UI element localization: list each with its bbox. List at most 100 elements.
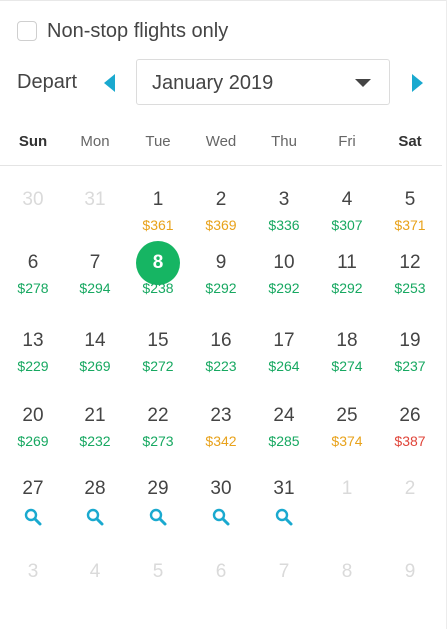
nonstop-filter[interactable]: Non-stop flights only xyxy=(17,19,228,43)
day-number: 30 xyxy=(210,478,232,499)
calendar-day[interactable]: 14 $269 xyxy=(65,319,125,375)
day-price: $292 xyxy=(331,280,363,296)
day-number: 19 xyxy=(399,330,421,351)
day-price: $278 xyxy=(17,280,49,296)
day-number: 6 xyxy=(27,252,39,273)
weekday-wed: Wed xyxy=(205,133,237,150)
calendar-day[interactable]: 26 $387 xyxy=(380,394,440,450)
day-number: 25 xyxy=(336,405,358,426)
calendar-day[interactable]: 30 xyxy=(191,467,251,526)
day-number: 9 xyxy=(404,561,416,582)
calendar-day-selected[interactable]: 8 $238 xyxy=(128,241,188,297)
day-number: 31 xyxy=(84,189,106,210)
day-number: 15 xyxy=(147,330,169,351)
weekday-mon: Mon xyxy=(80,133,110,150)
calendar-day[interactable]: 4 $307 xyxy=(317,178,377,234)
calendar-day[interactable]: 13 $229 xyxy=(3,319,63,375)
calendar-day: 4 xyxy=(65,550,125,606)
day-number: 10 xyxy=(273,252,295,273)
day-number: 1 xyxy=(152,189,164,210)
day-price: $369 xyxy=(205,217,237,233)
day-number: 16 xyxy=(210,330,232,351)
day-number: 23 xyxy=(210,405,232,426)
search-icon[interactable] xyxy=(85,507,105,527)
calendar-day[interactable]: 31 xyxy=(254,467,314,526)
calendar-day[interactable]: 18 $274 xyxy=(317,319,377,375)
day-number: 2 xyxy=(404,478,416,499)
search-icon[interactable] xyxy=(23,507,43,527)
search-icon[interactable] xyxy=(274,507,294,527)
depart-label: Depart xyxy=(17,71,78,93)
weekday-divider xyxy=(0,165,442,166)
calendar-day[interactable]: 10 $292 xyxy=(254,241,314,297)
calendar-day[interactable]: 2 $369 xyxy=(191,178,251,234)
day-number: 8 xyxy=(341,561,353,582)
day-number: 17 xyxy=(273,330,295,351)
day-number: 8 xyxy=(136,241,180,285)
prev-month-arrow-icon[interactable] xyxy=(102,73,120,93)
nonstop-label: Non-stop flights only xyxy=(47,19,229,42)
calendar-day[interactable]: 3 $336 xyxy=(254,178,314,234)
day-price: $253 xyxy=(394,280,426,296)
day-number: 2 xyxy=(215,189,227,210)
calendar-day[interactable]: 17 $264 xyxy=(254,319,314,375)
calendar-day[interactable]: 7 $294 xyxy=(65,241,125,297)
day-price: $342 xyxy=(205,433,237,449)
day-number: 28 xyxy=(84,478,106,499)
day-price: $223 xyxy=(205,358,237,374)
search-icon[interactable] xyxy=(148,507,168,527)
day-number: 1 xyxy=(341,478,353,499)
day-number: 9 xyxy=(215,252,227,273)
next-month-arrow-icon[interactable] xyxy=(407,73,425,93)
day-number: 6 xyxy=(215,561,227,582)
calendar-day: 2 xyxy=(380,467,440,523)
calendar-day[interactable]: 25 $374 xyxy=(317,394,377,450)
calendar-day[interactable]: 15 $272 xyxy=(128,319,188,375)
month-select[interactable]: January 2019 xyxy=(136,59,390,105)
calendar-day[interactable]: 1 $361 xyxy=(128,178,188,234)
calendar-day[interactable]: 23 $342 xyxy=(191,394,251,450)
calendar-day: 6 xyxy=(191,550,251,606)
weekday-tue: Tue xyxy=(145,133,171,150)
weekday-sun: Sun xyxy=(18,133,48,150)
weekday-thu: Thu xyxy=(271,133,297,150)
day-number: 20 xyxy=(22,405,44,426)
day-number: 21 xyxy=(84,405,106,426)
calendar-day[interactable]: 19 $237 xyxy=(380,319,440,375)
day-price: $229 xyxy=(17,358,49,374)
calendar-day[interactable]: 28 xyxy=(65,467,125,526)
day-price: $374 xyxy=(331,433,363,449)
day-number: 12 xyxy=(399,252,421,273)
day-price: $264 xyxy=(268,358,300,374)
calendar-day[interactable]: 20 $269 xyxy=(3,394,63,450)
day-price: $361 xyxy=(142,217,174,233)
day-number: 24 xyxy=(273,405,295,426)
day-number: 13 xyxy=(22,330,44,351)
calendar-day[interactable]: 24 $285 xyxy=(254,394,314,450)
day-price: $237 xyxy=(394,358,426,374)
chevron-down-icon xyxy=(355,79,371,87)
weekday-sat: Sat xyxy=(398,133,422,150)
calendar-day[interactable]: 29 xyxy=(128,467,188,526)
calendar-day[interactable]: 21 $232 xyxy=(65,394,125,450)
nonstop-checkbox[interactable] xyxy=(17,21,37,41)
day-number: 4 xyxy=(341,189,353,210)
search-icon[interactable] xyxy=(211,507,231,527)
calendar-day: 9 xyxy=(380,550,440,606)
calendar-day: 8 xyxy=(317,550,377,606)
calendar-day[interactable]: 22 $273 xyxy=(128,394,188,450)
calendar-day[interactable]: 11 $292 xyxy=(317,241,377,297)
calendar-day[interactable]: 9 $292 xyxy=(191,241,251,297)
calendar-day[interactable]: 27 xyxy=(3,467,63,526)
day-price: $269 xyxy=(79,358,111,374)
calendar-day[interactable]: 12 $253 xyxy=(380,241,440,297)
day-number: 26 xyxy=(399,405,421,426)
day-price: $274 xyxy=(331,358,363,374)
day-number: 30 xyxy=(22,189,44,210)
calendar-day[interactable]: 5 $371 xyxy=(380,178,440,234)
calendar-day[interactable]: 16 $223 xyxy=(191,319,251,375)
day-number: 5 xyxy=(152,561,164,582)
weekday-fri: Fri xyxy=(338,133,356,150)
day-price: $307 xyxy=(331,217,363,233)
calendar-day[interactable]: 6 $278 xyxy=(3,241,63,297)
